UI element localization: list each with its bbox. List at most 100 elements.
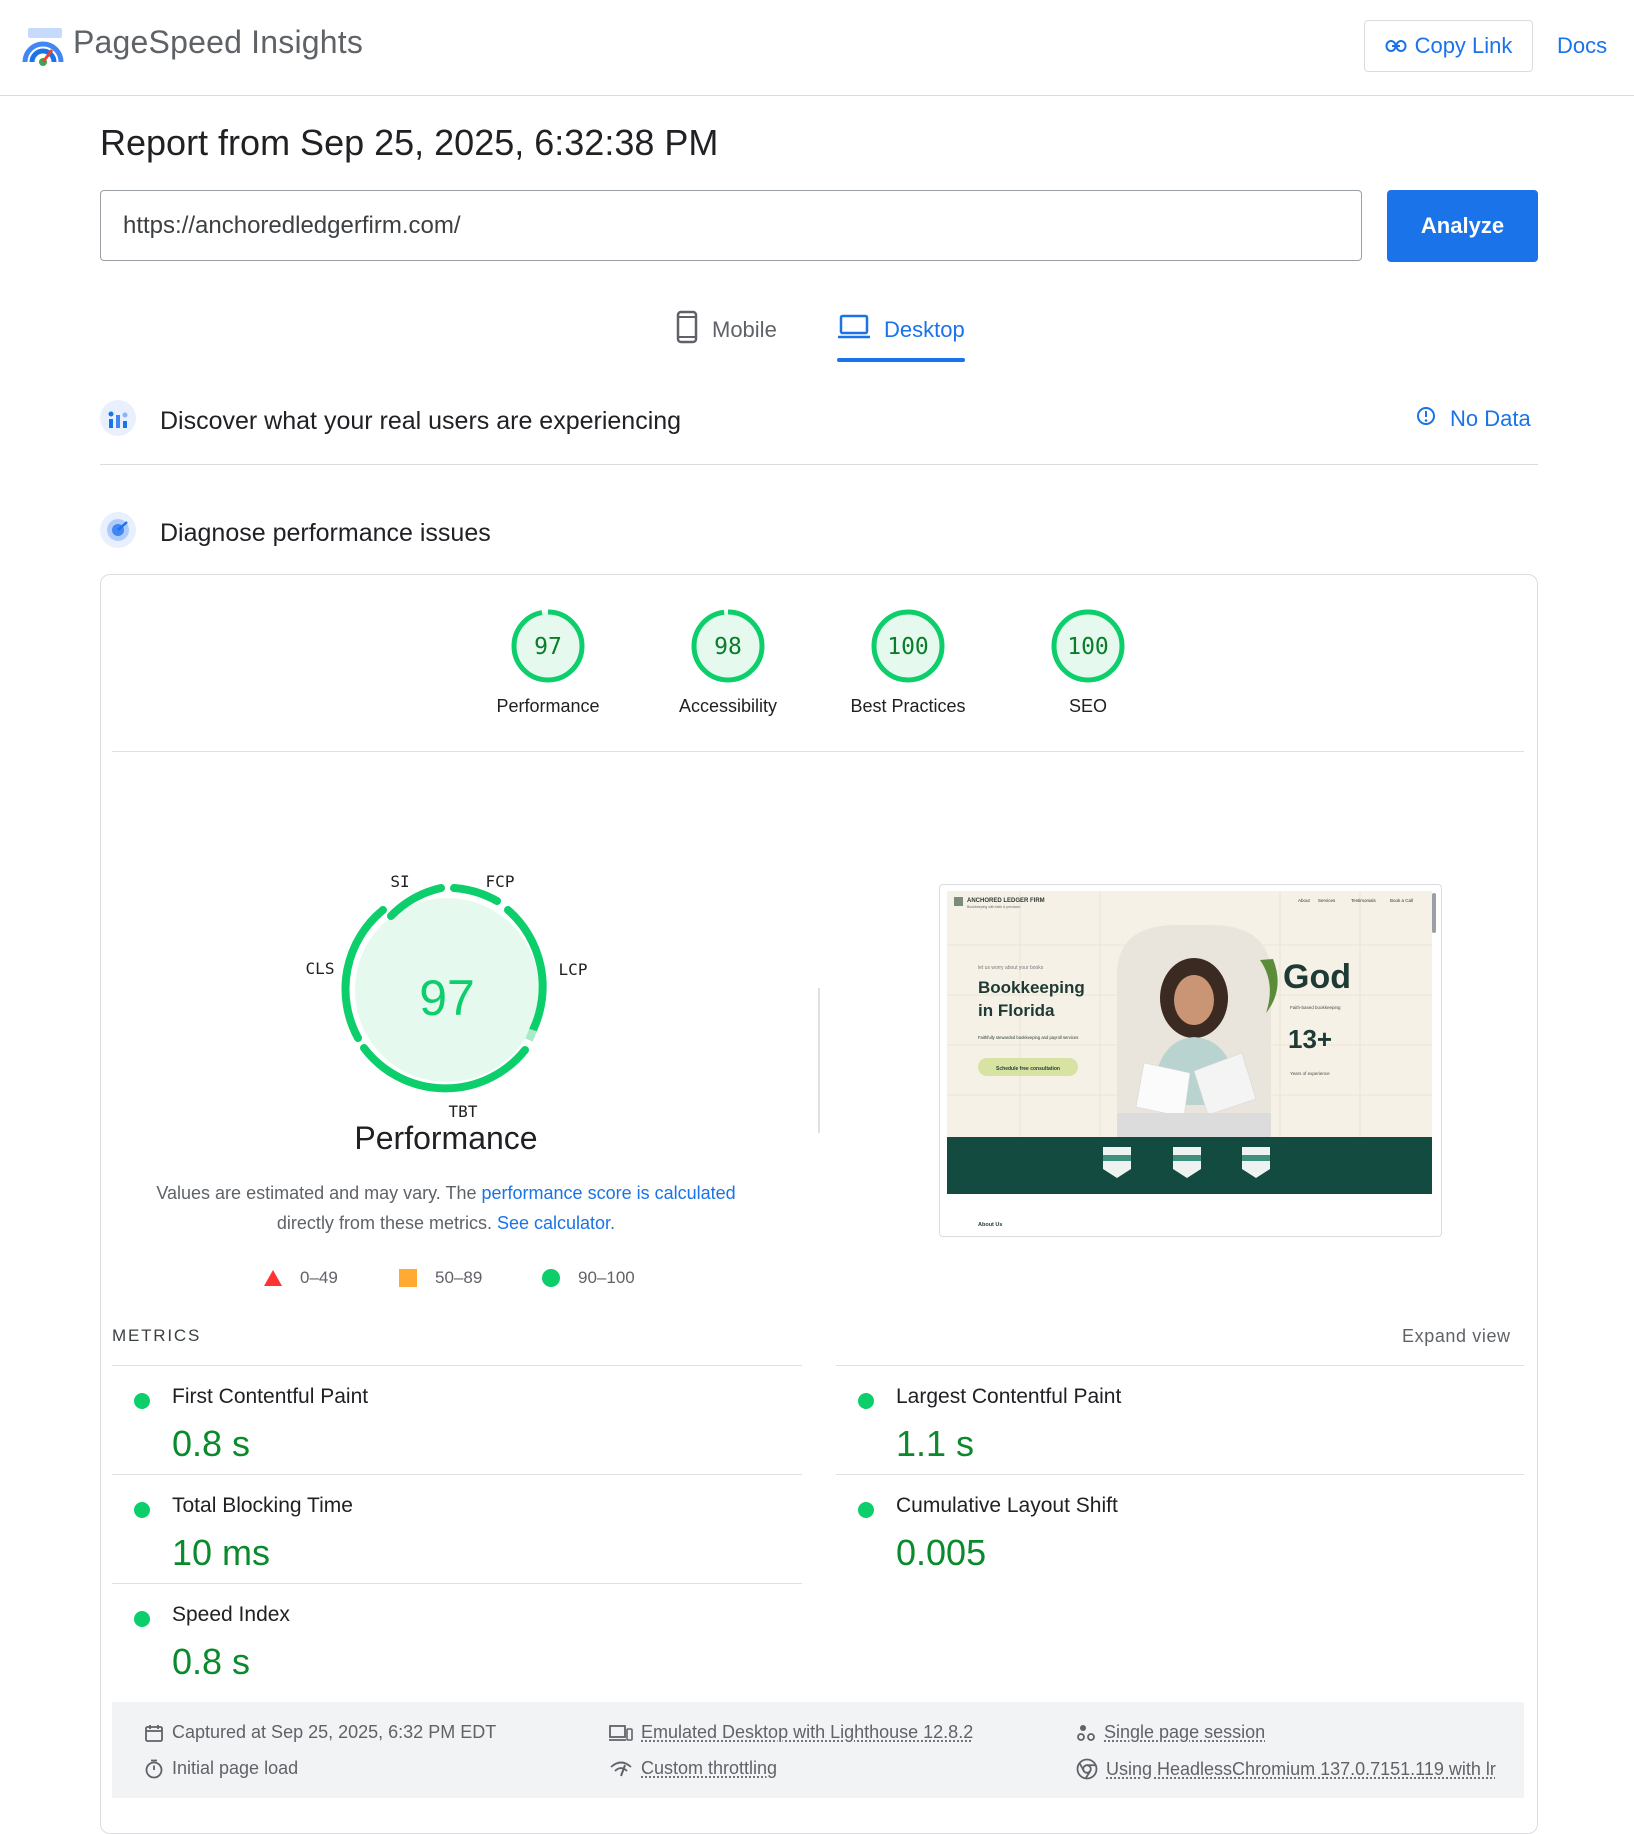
performance-score-calculated-link[interactable]: performance score is calculated [482, 1183, 736, 1203]
expand-view-toggle[interactable]: Expand view [1402, 1326, 1511, 1347]
mobile-phone-icon [676, 310, 698, 350]
metric-value: 0.005 [896, 1532, 987, 1573]
metric-first-contentful-paint[interactable]: First Contentful Paint 0.8 s [112, 1379, 672, 1479]
site-nav-item: Testimonials [1351, 898, 1377, 903]
gauge-segment-lcp-missing [525, 1028, 537, 1042]
gauge-accessibility[interactable]: 98 Accessibility [643, 608, 813, 717]
initial-page-load: Initial page load [144, 1758, 298, 1779]
throttling[interactable]: Custom throttling [609, 1758, 777, 1779]
score-description: Values are estimated and may vary. The p… [140, 1178, 752, 1238]
pass-circle-icon [858, 1502, 874, 1518]
diagnose-heading: Diagnose performance issues [100, 512, 491, 555]
gauge-performance[interactable]: 97 Performance [463, 608, 633, 717]
metric-divider [836, 1474, 1524, 1475]
segment-label-si: SI [390, 872, 409, 891]
gauge-label: Performance [496, 696, 600, 716]
performance-gauge[interactable]: 97 SI FCP LCP TBT CLS [290, 860, 600, 1130]
metric-divider [112, 1474, 802, 1475]
site-big-word-sub: Faith-based bookkeeping [1290, 1005, 1341, 1010]
hero-desk [1117, 1113, 1271, 1137]
site-headline: in Florida [978, 1001, 1055, 1020]
browser-version[interactable]: Using HeadlessChromium 137.0.7151.119 wi… [1076, 1758, 1496, 1780]
metric-divider [112, 1583, 802, 1584]
field-data-title: Discover what your real users are experi… [160, 407, 682, 435]
devices-icon [609, 1724, 633, 1741]
site-brand: ANCHORED LEDGER FIRM [967, 898, 1045, 904]
metric-value: 10 ms [172, 1532, 271, 1573]
site-logo-icon [954, 897, 963, 906]
diagnose-icon [100, 512, 136, 555]
docs-link[interactable]: Docs [1557, 33, 1607, 59]
pass-circle-icon [134, 1502, 150, 1518]
metric-largest-contentful-paint[interactable]: Largest Contentful Paint 1.1 s [836, 1379, 1396, 1479]
pass-circle-icon [134, 1611, 150, 1627]
copy-link-button[interactable]: Copy Link [1364, 20, 1533, 72]
site-nav-item: About [1298, 898, 1311, 903]
legend-item-fail: 0–49 [264, 1268, 338, 1288]
legend-range: 90–100 [578, 1268, 635, 1287]
gauge-seo[interactable]: 100 SEO [1003, 608, 1173, 717]
performance-score: 97 [419, 970, 475, 1026]
real-users-icon [100, 400, 136, 443]
metric-speed-index[interactable]: Speed Index 0.8 s [112, 1597, 672, 1697]
metric-name: First Contentful Paint [172, 1385, 369, 1408]
pagespeed-logo-icon[interactable] [22, 26, 64, 68]
legend-item-pass: 90–100 [542, 1268, 635, 1288]
metric-cumulative-layout-shift[interactable]: Cumulative Layout Shift 0.005 [836, 1488, 1396, 1588]
segment-label-cls: CLS [306, 959, 335, 978]
metric-total-blocking-time[interactable]: Total Blocking Time 10 ms [112, 1488, 672, 1588]
chrome-icon [1076, 1758, 1098, 1780]
hero-person-face [1174, 975, 1214, 1025]
app-title[interactable]: PageSpeed Insights [73, 24, 363, 61]
tab-desktop[interactable]: Desktop [838, 305, 965, 355]
svg-text:100: 100 [887, 634, 929, 660]
metric-value: 0.8 s [172, 1641, 251, 1682]
tab-mobile-label: Mobile [712, 317, 777, 342]
square-average-icon [399, 1269, 417, 1287]
initial-page-load-text: Initial page load [172, 1758, 299, 1778]
hero-paper [1135, 1062, 1191, 1118]
diagnose-title: Diagnose performance issues [160, 519, 491, 547]
gauge-label: Accessibility [678, 696, 778, 716]
final-screenshot[interactable]: ANCHORED LEDGER FIRM Bookkeeping with fa… [939, 884, 1442, 1237]
session-icon [1077, 1724, 1095, 1741]
gauge-best-practices[interactable]: 100 Best Practices [823, 608, 993, 717]
card-divider [112, 751, 1524, 752]
laptop-icon [838, 314, 870, 346]
captured-at-text: Captured at Sep 25, 2025, 6:32 PM EDT [172, 1722, 497, 1742]
site-nav-item: Book a Call [1390, 898, 1413, 903]
no-data-link[interactable]: No Data [1416, 406, 1531, 432]
legend-range: 0–49 [300, 1268, 338, 1287]
pass-circle-icon [134, 1393, 150, 1409]
network-throttling-icon [610, 1761, 632, 1776]
vertical-divider [818, 988, 820, 1133]
copy-link-label: Copy Link [1414, 33, 1513, 58]
see-calculator-link[interactable]: See calculator. [497, 1213, 615, 1233]
performance-gauge-label: Performance [354, 1120, 538, 1156]
top-bar: PageSpeed Insights Copy Link Docs [0, 0, 1634, 96]
page-session[interactable]: Single page session [1076, 1722, 1265, 1743]
timer-icon [145, 1759, 163, 1778]
metric-name: Cumulative Layout Shift [896, 1494, 1118, 1517]
metrics-title: METRICS [112, 1326, 202, 1345]
segment-label-fcp: FCP [486, 872, 515, 891]
tab-mobile[interactable]: Mobile [676, 305, 777, 355]
site-subtitle: Faithfully stewarded bookkeeping and pay… [978, 1035, 1078, 1040]
tab-desktop-label: Desktop [884, 317, 965, 342]
calendar-icon [145, 1724, 163, 1742]
site-stat: 13+ [1288, 1024, 1332, 1054]
legend-item-average: 50–89 [399, 1268, 482, 1288]
analyze-button[interactable]: Analyze [1387, 190, 1538, 262]
metric-value: 1.1 s [896, 1423, 975, 1464]
circle-pass-icon [542, 1269, 560, 1287]
captured-at: Captured at Sep 25, 2025, 6:32 PM EDT [144, 1722, 496, 1743]
throttling-text: Custom throttling [641, 1758, 778, 1778]
metric-name: Largest Contentful Paint [896, 1385, 1122, 1408]
url-input[interactable] [100, 190, 1362, 261]
metric-name: Speed Index [172, 1603, 290, 1626]
svg-text:98: 98 [714, 634, 742, 660]
site-about-link: About Us [978, 1222, 1002, 1228]
emulated-device[interactable]: Emulated Desktop with Lighthouse 12.8.2 [609, 1722, 973, 1743]
info-icon [1416, 406, 1436, 432]
pass-circle-icon [858, 1393, 874, 1409]
